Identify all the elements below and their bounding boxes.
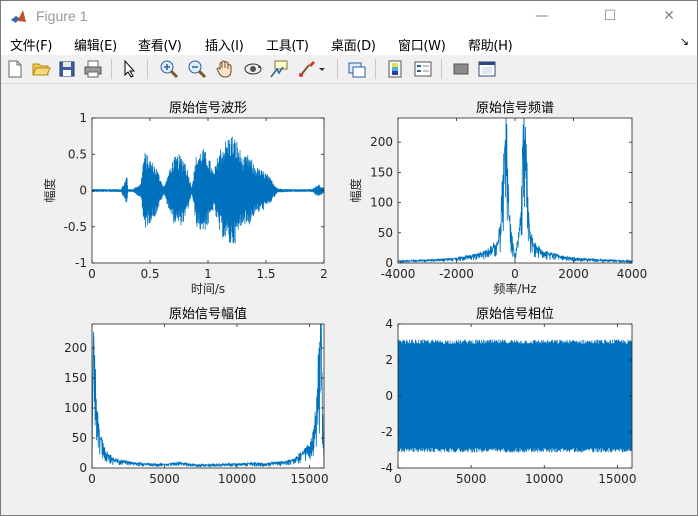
y-tick-label: 0 [385,389,393,403]
menu-desktop[interactable]: 桌面(D) [331,35,376,54]
menu-window[interactable]: 窗口(W) [398,35,446,54]
y-tick-label: 0 [79,184,87,198]
menu-insert[interactable]: 插入(I) [205,35,244,54]
chart-title: 原始信号相位 [476,307,554,322]
chart-title: 原始信号波形 [169,101,247,116]
y-tick-label: 1 [79,111,87,125]
chart-title: 原始信号频谱 [476,101,554,116]
figure-window: Figure 1 — ☐ ✕ 文件(F) 编辑(E) 查看(V) 插入(I) 工… [0,0,698,516]
menu-file[interactable]: 文件(F) [10,35,52,54]
hide-plot-tools-icon[interactable] [451,59,471,79]
x-tick-label: 5000 [149,472,180,486]
x-tick-label: 0 [394,472,402,486]
y-tick-label: 100 [370,196,393,210]
toolbar [1,55,697,84]
x-tick-label: -2000 [439,267,474,281]
window-title: Figure 1 [36,8,88,24]
brush-icon[interactable] [297,59,317,79]
matlab-logo-icon [10,8,27,25]
toolbar-separator [441,59,442,79]
x-tick-label: 15000 [290,472,328,486]
figure-canvas[interactable]: 0 0.5 1 1.5 2 -1 -0.5 0 0.5 1 原始信号波形 时间/s 幅度 -4000 -20… [1,84,697,515]
y-axis-label: 幅度 [42,178,57,202]
x-tick-label: 4000 [617,267,648,281]
y-tick-label: 200 [64,341,87,355]
y-tick-label: 0.5 [68,147,87,161]
zoom-in-icon[interactable] [159,59,179,79]
series-line [398,339,632,453]
menu-edit[interactable]: 编辑(E) [74,35,117,54]
menu-bar: 文件(F) 编辑(E) 查看(V) 插入(I) 工具(T) 桌面(D) 窗口(W… [1,31,697,55]
edit-plot-arrow-icon[interactable] [119,59,139,79]
menu-help[interactable]: 帮助(H) [468,35,513,54]
y-axis-label: 幅度 [348,178,363,202]
axes-background [92,324,324,468]
plots-svg: 0 0.5 1 1.5 2-1-0.500.51原始信号波形时间/s幅度-4000 -20… [42,100,647,486]
menu-view[interactable]: 查看(V) [138,35,182,54]
x-tick-label: 0.5 [140,267,159,281]
y-tick-label: 2 [385,353,393,367]
x-tick-label: 1.5 [256,267,275,281]
axes-background [398,118,632,263]
open-file-icon[interactable] [31,59,51,79]
chart-1[interactable]: 0 0.5 1 1.5 2 -1 -0.5 0 0.5 1 原始信号波形时间/s 幅度 [42,101,328,296]
zoom-out-icon[interactable] [187,59,207,79]
toolbar-separator [337,59,338,79]
y-tick-label: 200 [370,135,393,149]
pan-hand-icon[interactable] [215,59,235,79]
x-tick-label: 2000 [558,267,589,281]
x-tick-label: 1 [204,267,212,281]
y-tick-label: -0.5 [64,220,87,234]
x-tick-label: 0 [511,267,519,281]
toolbar-separator [111,59,112,79]
x-tick-label: 2 [320,267,328,281]
x-tick-label: 10000 [218,472,256,486]
close-button[interactable]: ✕ [646,1,692,31]
brush-dropdown-icon[interactable] [317,59,327,79]
y-tick-label: 4 [385,317,393,331]
x-tick-label: 5000 [456,472,487,486]
title-bar[interactable]: Figure 1 — ☐ ✕ [1,1,697,31]
x-tick-label: 0 [88,267,96,281]
maximize-button[interactable]: ☐ [587,1,633,31]
chart-3[interactable]: 0 5000 10000 15000 0 50 100 150 200 原始信号幅值 [64,306,329,486]
print-icon[interactable] [83,59,103,79]
minimize-button[interactable]: — [519,1,565,31]
insert-colorbar-icon[interactable] [385,59,405,79]
chart-4[interactable]: 0 5000 10000 15000 -4 -2 0 2 4 原始信号相位 [381,307,636,486]
x-tick-label: 0 [88,472,96,486]
new-figure-icon[interactable] [5,59,25,79]
x-axis-label: 频率/Hz [493,281,536,296]
rotate-3d-icon[interactable] [243,59,263,79]
y-tick-label: 50 [72,431,87,445]
y-tick-label: 150 [370,165,393,179]
y-tick-label: -2 [381,425,393,439]
y-tick-label: 100 [64,401,87,415]
y-tick-label: 0 [385,256,393,270]
y-tick-label: -1 [75,256,87,270]
y-tick-label: 50 [378,226,393,240]
x-tick-label: 10000 [525,472,563,486]
chart-title: 原始信号幅值 [169,306,247,322]
insert-legend-icon[interactable] [413,59,433,79]
plot-area [398,339,632,453]
y-tick-label: 150 [64,371,87,385]
show-plot-tools-icon[interactable] [477,59,497,79]
x-axis-label: 时间/s [191,282,225,296]
save-icon[interactable] [57,59,77,79]
data-cursor-icon[interactable] [269,59,289,79]
y-tick-label: 0 [79,461,87,475]
menu-tools[interactable]: 工具(T) [266,35,309,54]
link-plot-icon[interactable] [347,59,367,79]
x-tick-label: 15000 [598,472,636,486]
menu-overflow-icon[interactable]: ↘ [680,35,689,48]
toolbar-separator [375,59,376,79]
chart-2[interactable]: -4000 -2000 0 2000 4000050100150200原始信号频谱频率/… [348,100,647,296]
y-tick-label: -4 [381,461,393,475]
toolbar-separator [147,59,148,79]
